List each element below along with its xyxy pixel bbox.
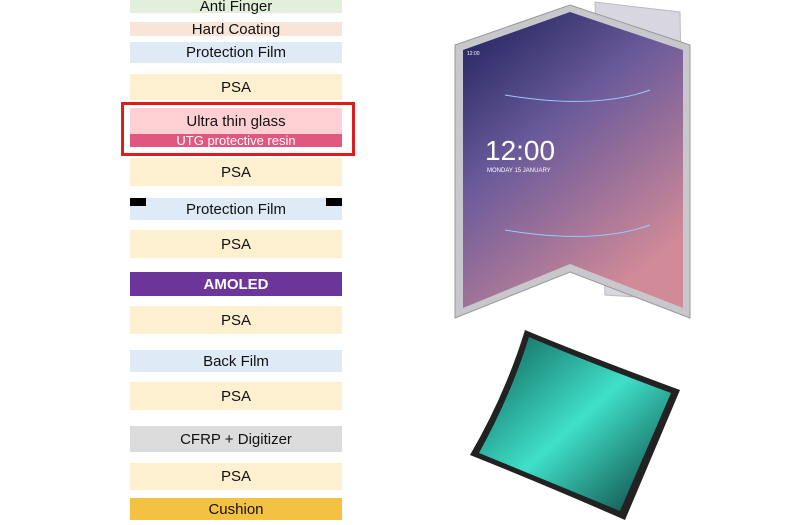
layer-protection-film: Protection Film [130, 42, 342, 63]
layer-hard-coating: Hard Coating [130, 21, 342, 38]
flexible-display-image [470, 330, 680, 520]
layer-cfrp-digitizer: CFRP + Digitizer [130, 426, 342, 452]
black-tab-left [130, 198, 146, 206]
layer-psa: PSA [130, 74, 342, 100]
layer-psa: PSA [130, 230, 342, 258]
layer-psa: PSA [130, 382, 342, 410]
foldable-phone-image: 12:00 MONDAY 15 JANUARY 12:00 [454, 1, 691, 319]
lockscreen-date: MONDAY 15 JANUARY [487, 168, 551, 174]
status-time: 12:00 [467, 51, 480, 57]
layer-amoled: AMOLED [130, 272, 342, 296]
layer-cushion: Cushion [130, 498, 342, 520]
layer-psa: PSA [130, 463, 342, 490]
black-tab-right [326, 198, 342, 206]
lockscreen-time: 12:00 [485, 135, 555, 166]
highlight-box [121, 102, 355, 156]
layer-psa: PSA [130, 306, 342, 334]
layer-anti-finger: Anti Finger [130, 0, 342, 15]
layer-protection-film: Protection Film [130, 198, 342, 220]
layer-back-film: Back Film [130, 350, 342, 372]
layer-psa: PSA [130, 158, 342, 186]
